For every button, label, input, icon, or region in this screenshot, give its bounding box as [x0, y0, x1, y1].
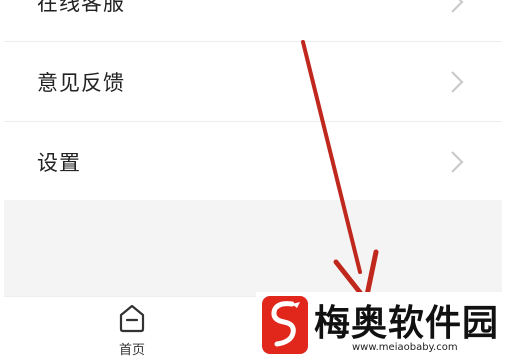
watermark-url: www.meiaobaby.com: [352, 342, 458, 353]
menu-item-label: 意见反馈: [37, 70, 125, 95]
chevron-right-icon: [451, 0, 464, 13]
menu-item-settings[interactable]: 设置: [4, 122, 502, 202]
watermark-title: 梅奥软件园: [314, 303, 500, 344]
dragon-logo-icon: [271, 301, 300, 347]
tab-home[interactable]: 首页: [100, 303, 164, 360]
chevron-right-icon: [451, 151, 464, 173]
menu-item-feedback[interactable]: 意见反馈: [4, 42, 502, 122]
menu-list: 在线客服 意见反馈 设置: [4, 0, 502, 202]
settings-screen: 在线客服 意见反馈 设置 首页 梅奥软件园 www.meiaobaby.com: [0, 0, 506, 360]
menu-item-label: 设置: [37, 151, 81, 175]
watermark: 梅奥软件园 www.meiaobaby.com: [256, 292, 506, 360]
tab-home-label: 首页: [118, 343, 145, 358]
chevron-right-icon: [451, 70, 464, 93]
menu-item-online-service[interactable]: 在线客服: [4, 0, 502, 42]
watermark-logo: [262, 296, 308, 354]
section-spacer: [4, 200, 502, 296]
menu-item-label: 在线客服: [37, 0, 125, 15]
home-icon: [119, 304, 145, 333]
